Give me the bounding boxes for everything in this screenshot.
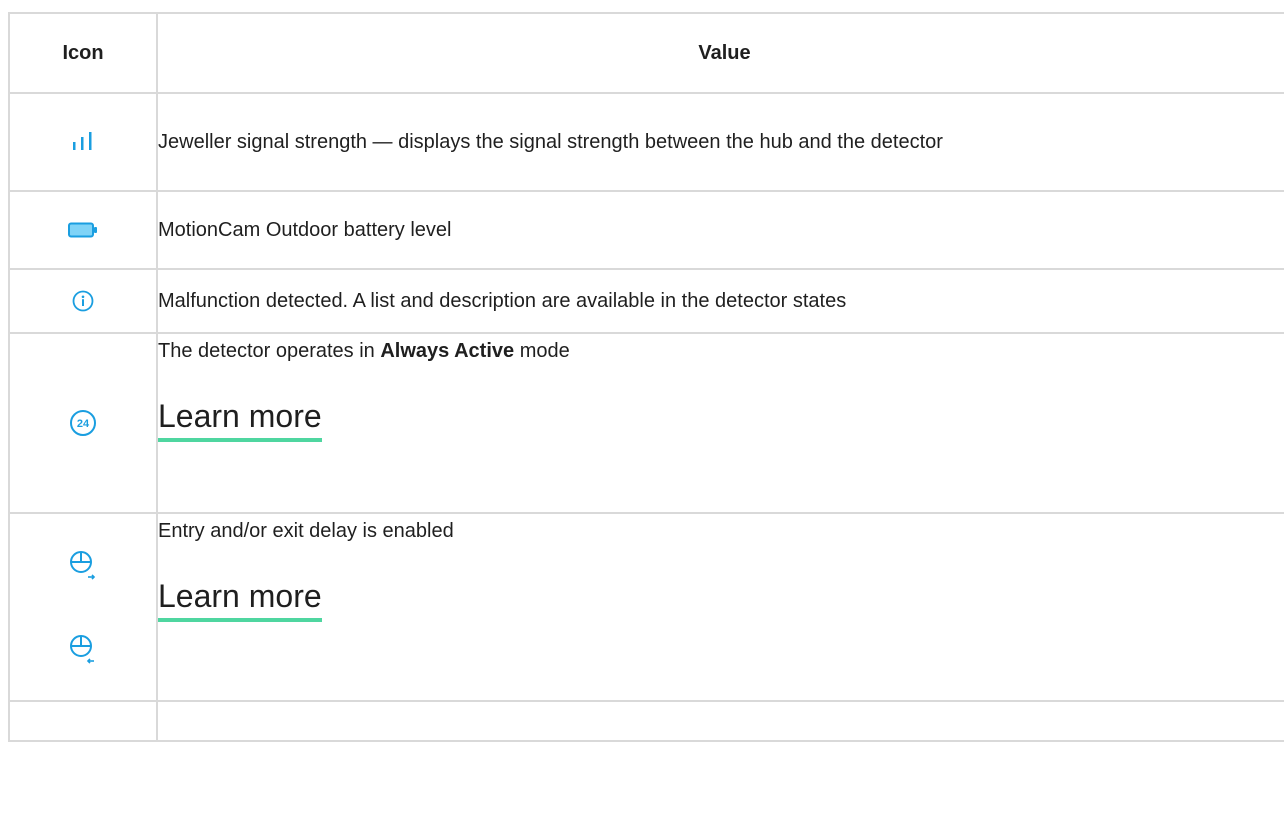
value-cell: Jeweller signal strength — displays the …: [156, 92, 1284, 192]
signal-strength-icon: [73, 132, 92, 150]
table-row: Entry and/or exit delay is enabled Learn…: [8, 512, 1284, 702]
text-part: The detector operates in: [158, 340, 381, 362]
badge-24-text: 24: [77, 418, 90, 430]
icon-cell: [8, 700, 158, 742]
row-text: Jeweller signal strength — displays the …: [158, 131, 943, 153]
header-icon: Icon: [8, 12, 158, 94]
battery-icon: [68, 222, 97, 238]
row-text: Entry and/or exit delay is enabled: [158, 520, 454, 542]
icons-table: Icon Value Jeweller signal strength — di…: [8, 12, 1284, 742]
always-active-24-icon: 24: [70, 410, 96, 436]
icon-cell: 24: [8, 332, 158, 514]
exit-delay-icon: [70, 635, 94, 664]
table-header-row: Icon Value: [8, 12, 1284, 94]
value-cell: Malfunction detected. A list and descrip…: [156, 268, 1284, 334]
icon-cell: [8, 512, 158, 702]
header-value: Value: [156, 12, 1284, 94]
value-cell: [156, 700, 1284, 742]
row-text: The detector operates in Always Active m…: [158, 334, 1284, 368]
table-row: [8, 700, 1284, 742]
info-icon: [72, 290, 94, 312]
table-row: Jeweller signal strength — displays the …: [8, 92, 1284, 192]
table-row: 24 The detector operates in Always Activ…: [8, 332, 1284, 514]
learn-more-link[interactable]: Learn more: [158, 398, 322, 442]
text-part: mode: [514, 340, 570, 362]
value-cell: Entry and/or exit delay is enabled Learn…: [156, 512, 1284, 702]
icon-cell: [8, 268, 158, 334]
value-cell: The detector operates in Always Active m…: [156, 332, 1284, 514]
learn-more-link[interactable]: Learn more: [158, 578, 322, 622]
entry-delay-icon: [70, 551, 96, 580]
table-row: Malfunction detected. A list and descrip…: [8, 268, 1284, 334]
icon-cell: [8, 92, 158, 192]
value-cell: MotionCam Outdoor battery level: [156, 190, 1284, 270]
row-text: Malfunction detected. A list and descrip…: [158, 290, 847, 312]
icon-cell: [8, 190, 158, 270]
mode-name: Always Active: [380, 340, 515, 362]
row-text: MotionCam Outdoor battery level: [158, 219, 452, 241]
table-row: MotionCam Outdoor battery level: [8, 190, 1284, 270]
